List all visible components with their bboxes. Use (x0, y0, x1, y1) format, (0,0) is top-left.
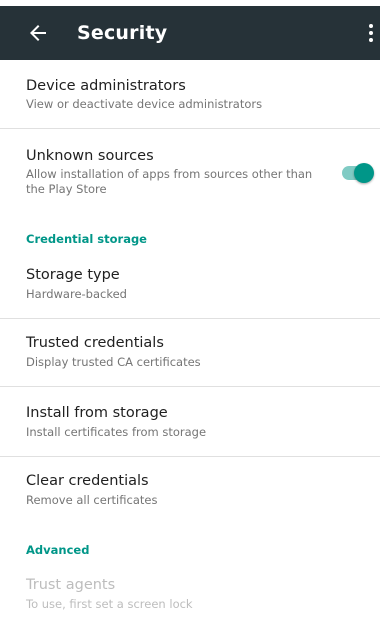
app-bar: Security (0, 6, 380, 60)
item-summary: To use, first set a screen lock (26, 597, 193, 611)
item-title: Unknown sources (26, 148, 154, 164)
page-title: Security (77, 22, 168, 44)
list-item-clear-credentials[interactable]: Clear credentials Remove all certificate… (0, 457, 380, 526)
item-summary: Allow installation of apps from sources … (26, 167, 313, 196)
item-title: Device administrators (26, 78, 186, 94)
list-item-trusted-credentials[interactable]: Trusted credentials Display trusted CA c… (0, 319, 380, 386)
item-summary: Display trusted CA certificates (26, 355, 201, 369)
item-summary: Install certificates from storage (26, 425, 207, 439)
list-item-device-administrators[interactable]: Device administrators View or deactivate… (0, 60, 380, 128)
item-title: Storage type (26, 267, 120, 283)
item-title: Trust agents (26, 577, 116, 593)
item-title: Trusted credentials (26, 335, 164, 351)
toggle-thumb (354, 163, 374, 183)
item-summary: View or deactivate device administrators (26, 97, 263, 111)
unknown-sources-toggle[interactable] (342, 163, 376, 183)
list-item-trust-agents: Trust agents To use, first set a screen … (0, 564, 380, 623)
section-header-advanced: Advanced (26, 543, 90, 557)
more-vert-icon[interactable] (364, 21, 378, 45)
list-item-unknown-sources[interactable]: Unknown sources Allow installation of ap… (0, 129, 380, 214)
item-summary: Hardware-backed (26, 287, 127, 301)
list-item-install-from-storage[interactable]: Install from storage Install certificate… (0, 387, 380, 456)
item-title: Clear credentials (26, 473, 149, 489)
list-item-storage-type[interactable]: Storage type Hardware-backed (0, 252, 380, 318)
arrow-back-icon[interactable] (26, 21, 50, 45)
section-header-credential-storage: Credential storage (26, 232, 147, 246)
item-title: Install from storage (26, 405, 168, 421)
item-summary: Remove all certificates (26, 493, 158, 507)
